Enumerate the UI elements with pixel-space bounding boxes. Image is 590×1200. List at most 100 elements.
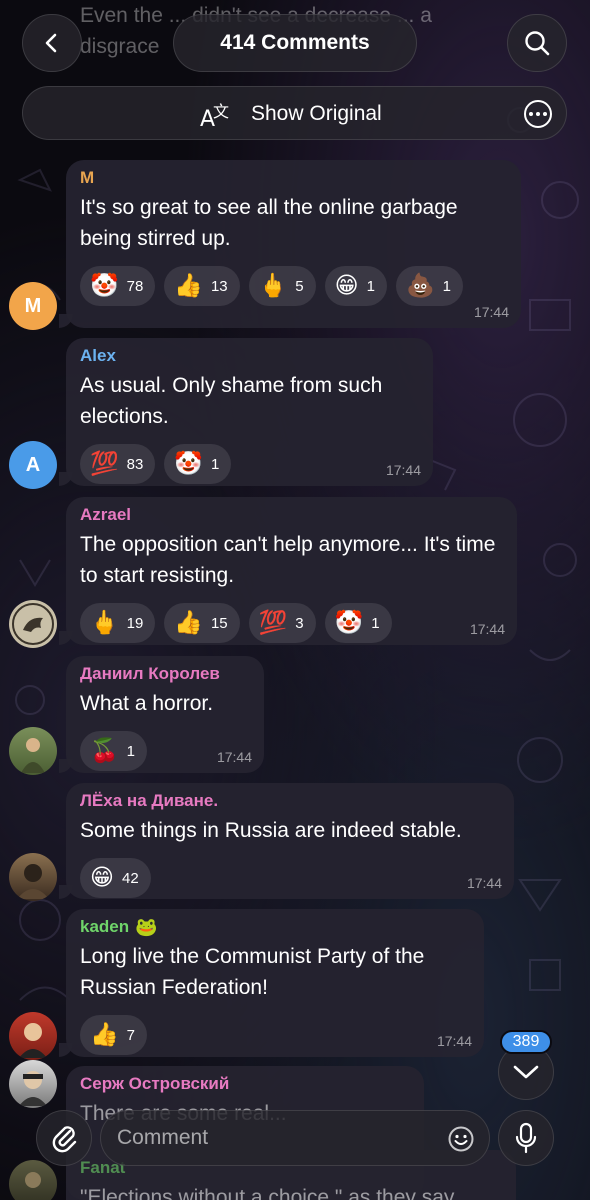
reaction-grin[interactable]: 😁 42 [80, 858, 151, 898]
reaction-count: 3 [295, 614, 304, 632]
message-time: 17:44 [473, 304, 509, 320]
reaction-count: 19 [126, 614, 144, 632]
sender-name[interactable]: Alex [80, 346, 419, 366]
sender-name[interactable]: kaden 🐸 [80, 917, 470, 937]
reaction-count: 1 [442, 277, 451, 295]
microphone-icon [515, 1122, 537, 1154]
message-time: 17:44 [469, 621, 505, 637]
sender-name[interactable]: Серж Островский [80, 1074, 410, 1094]
cherries-icon: 🍒 [90, 738, 119, 764]
message-text: As usual. Only shame from such elections… [80, 374, 383, 428]
reaction-count: 7 [126, 1026, 135, 1044]
person-photo-icon [21, 738, 45, 773]
message-bubble[interactable]: M It's so great to see all the online ga… [59, 160, 521, 328]
top-bar: 414 Comments A 文 Show Original [0, 0, 590, 150]
comment-input-field[interactable] [100, 1110, 490, 1166]
reaction-count: 13 [210, 277, 228, 295]
message-text: The opposition can't help anymore... It'… [80, 533, 496, 587]
reaction-clown[interactable]: 🤡 1 [164, 444, 232, 484]
back-button[interactable] [22, 14, 82, 72]
message-bubble[interactable]: kaden 🐸 Long live the Communist Party of… [59, 909, 484, 1057]
more-options-icon[interactable] [524, 100, 552, 128]
hundred-icon: 💯 [90, 451, 119, 477]
sender-name[interactable]: Даниил Королев [80, 664, 250, 684]
unread-count-badge: 389 [500, 1030, 552, 1054]
reactions-row: 💯 83 🤡 1 [80, 444, 419, 484]
chevron-left-icon [45, 33, 57, 53]
comments-count-label: 414 Comments [220, 31, 370, 54]
reaction-grin[interactable]: 😁 1 [324, 266, 387, 306]
reaction-thumbs-up[interactable]: 👍 13 [164, 266, 240, 306]
translate-icon: A 文 [200, 102, 229, 129]
message-time: 17:44 [216, 749, 252, 765]
message-bubble[interactable]: Azrael The opposition can't help anymore… [59, 497, 517, 645]
comment-input[interactable] [117, 1126, 437, 1150]
reaction-count: 83 [126, 455, 144, 473]
paperclip-icon [52, 1126, 77, 1153]
message-bubble[interactable]: Alex As usual. Only shame from such elec… [59, 338, 433, 486]
avatar[interactable]: A [9, 441, 57, 489]
clown-icon: 🤡 [334, 610, 364, 636]
avatar[interactable] [9, 1060, 57, 1108]
message-text: Some things in Russia are indeed stable. [80, 819, 462, 842]
reaction-clown[interactable]: 🤡 1 [324, 603, 392, 643]
avatar[interactable] [9, 727, 57, 775]
attach-button[interactable] [36, 1110, 92, 1166]
sender-name-text: kaden [80, 917, 130, 936]
reaction-count: 1 [371, 614, 380, 632]
reaction-hundred[interactable]: 💯 3 [248, 603, 316, 643]
clown-icon: 🤡 [174, 451, 203, 477]
chevron-down-icon [513, 1065, 539, 1079]
microphone-button[interactable] [498, 1110, 554, 1166]
avatar[interactable] [9, 600, 57, 648]
message-text: What a horror. [80, 692, 214, 715]
message-text: It's so great to see all the online garb… [80, 196, 458, 250]
message-bubble[interactable]: Даниил Королев What a horror. 🍒 1 17:44 [59, 656, 264, 773]
clown-icon: 🤡 [90, 273, 119, 299]
comments-title: 414 Comments [173, 14, 417, 72]
search-button[interactable] [507, 14, 567, 72]
reaction-hundred[interactable]: 💯 83 [80, 444, 156, 484]
reaction-cherries[interactable]: 🍒 1 [80, 731, 147, 771]
avatar-letter: M [24, 294, 42, 317]
reactions-row: 🤡 78 👍 13 🖕 5 😁 1 💩 1 [80, 266, 507, 306]
griffin-emblem-icon [12, 603, 54, 645]
message-bubble[interactable]: ЛЁха на Диване. Some things in Russia ar… [59, 783, 514, 899]
person-portrait-icon [19, 1023, 47, 1058]
sender-name[interactable]: Azrael [80, 505, 503, 525]
search-icon [525, 31, 550, 56]
hundred-icon: 💯 [258, 610, 288, 636]
reaction-thumbs-up[interactable]: 👍 7 [80, 1015, 147, 1055]
reaction-count: 5 [295, 277, 304, 295]
reactions-row: 😁 42 [80, 858, 500, 898]
sender-name[interactable]: ЛЁха на Диване. [80, 791, 500, 811]
reaction-poop[interactable]: 💩 1 [395, 266, 463, 306]
middle-finger-icon: 🖕 [90, 610, 119, 636]
poop-icon: 💩 [405, 273, 435, 299]
show-original-bar[interactable]: A 文 Show Original [22, 86, 567, 140]
grin-icon: 😁 [90, 865, 114, 891]
message-time: 17:44 [436, 1033, 472, 1049]
sender-name[interactable]: M [80, 168, 507, 188]
thumbs-up-icon: 👍 [174, 273, 203, 299]
emoji-icon[interactable] [447, 1125, 475, 1153]
avatar-letter: A [25, 453, 41, 476]
grin-icon: 😁 [334, 273, 359, 299]
avatar[interactable]: M [9, 282, 57, 330]
middle-finger-icon: 🖕 [258, 273, 288, 299]
reaction-count: 42 [121, 869, 139, 887]
reaction-count: 15 [210, 614, 228, 632]
reactions-row: 👍 7 [80, 1015, 470, 1055]
reaction-middle-finger[interactable]: 🖕 5 [248, 266, 316, 306]
thumbs-up-icon: 👍 [174, 610, 203, 636]
reaction-middle-finger[interactable]: 🖕 19 [80, 603, 156, 643]
reaction-clown[interactable]: 🤡 78 [80, 266, 156, 306]
frog-badge-icon: 🐸 [135, 917, 158, 937]
composer-bar [0, 1105, 590, 1200]
reaction-count: 78 [126, 277, 144, 295]
reaction-count: 1 [210, 455, 220, 473]
message-time: 17:44 [385, 462, 421, 478]
avatar[interactable] [9, 1012, 57, 1060]
avatar[interactable] [9, 853, 57, 901]
reaction-thumbs-up[interactable]: 👍 15 [164, 603, 240, 643]
